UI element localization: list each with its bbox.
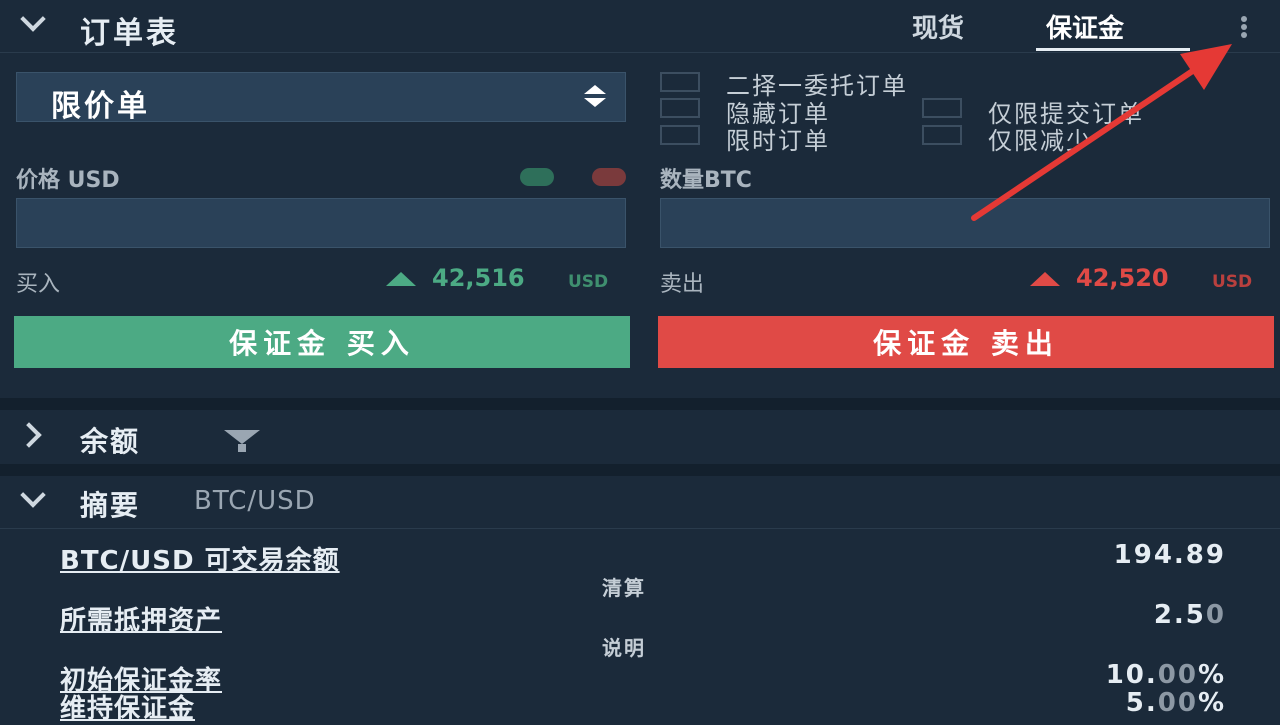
price-input[interactable] bbox=[17, 199, 625, 247]
tab-active-underline bbox=[1036, 48, 1190, 51]
up-arrow-icon bbox=[386, 272, 416, 286]
price-label: 价格 USD bbox=[16, 168, 120, 193]
sell-price[interactable]: 42,520 bbox=[1076, 264, 1169, 292]
ask-dot-icon[interactable] bbox=[592, 168, 626, 186]
amount-label: 数量BTC bbox=[660, 168, 752, 193]
reduce-only-checkbox[interactable] bbox=[922, 125, 962, 145]
summary-divider bbox=[0, 528, 1280, 529]
amount-input-wrapper bbox=[660, 198, 1270, 248]
margin-sell-button[interactable]: 保证金 卖出 bbox=[658, 316, 1274, 368]
order-type-select[interactable]: 限价单 bbox=[16, 72, 626, 124]
buy-label: 买入 bbox=[16, 272, 61, 297]
select-arrows-icon bbox=[583, 85, 607, 111]
maintenance-margin-value: 5.00% bbox=[1125, 688, 1226, 718]
tab-spot[interactable]: 现货 bbox=[912, 8, 964, 45]
section-divider-2 bbox=[0, 464, 1280, 476]
initial-margin-value: 10.00% bbox=[1105, 660, 1226, 690]
more-options-icon[interactable] bbox=[1241, 14, 1247, 40]
section-divider bbox=[0, 398, 1280, 410]
sell-unit: USD bbox=[1212, 272, 1253, 292]
order-form-title: 订单表 bbox=[80, 16, 179, 51]
maintenance-margin-label[interactable]: 维持保证金 bbox=[60, 688, 195, 725]
liquidation-note: 清算 bbox=[602, 576, 646, 600]
tif-checkbox[interactable] bbox=[660, 125, 700, 145]
oco-checkbox[interactable] bbox=[660, 72, 700, 92]
reduce-only-label: 仅限减少 bbox=[988, 127, 1092, 155]
required-collateral-label[interactable]: 所需抵押资产 bbox=[60, 600, 222, 637]
order-type-value: 限价单 bbox=[51, 89, 150, 124]
sell-label: 卖出 bbox=[660, 272, 705, 297]
post-only-checkbox[interactable] bbox=[922, 98, 962, 118]
hidden-checkbox[interactable] bbox=[660, 98, 700, 118]
bid-dot-icon[interactable] bbox=[520, 168, 554, 186]
margin-buy-button[interactable]: 保证金 买入 bbox=[14, 316, 630, 368]
balance-title[interactable]: 余额 bbox=[80, 420, 140, 460]
description-note: 说明 bbox=[602, 636, 646, 660]
tradable-balance-label[interactable]: BTC/USD 可交易余额 bbox=[60, 540, 340, 577]
tradable-balance-value: 194.89 bbox=[1113, 540, 1226, 570]
buy-price[interactable]: 42,516 bbox=[432, 264, 525, 292]
chevron-right-icon[interactable] bbox=[16, 422, 42, 448]
price-input-wrapper bbox=[16, 198, 626, 248]
up-arrow-red-icon bbox=[1030, 272, 1060, 286]
summary-title[interactable]: 摘要 bbox=[80, 484, 140, 524]
chevron-down-icon-summary[interactable] bbox=[20, 482, 46, 508]
tab-margin[interactable]: 保证金 bbox=[1046, 8, 1124, 45]
required-collateral-value: 2.50 bbox=[1153, 600, 1226, 630]
buy-unit: USD bbox=[568, 272, 609, 292]
filter-icon[interactable] bbox=[224, 430, 260, 452]
tif-label: 限时订单 bbox=[726, 127, 830, 155]
summary-pair: BTC/USD bbox=[194, 486, 316, 516]
amount-input[interactable] bbox=[661, 199, 1269, 247]
